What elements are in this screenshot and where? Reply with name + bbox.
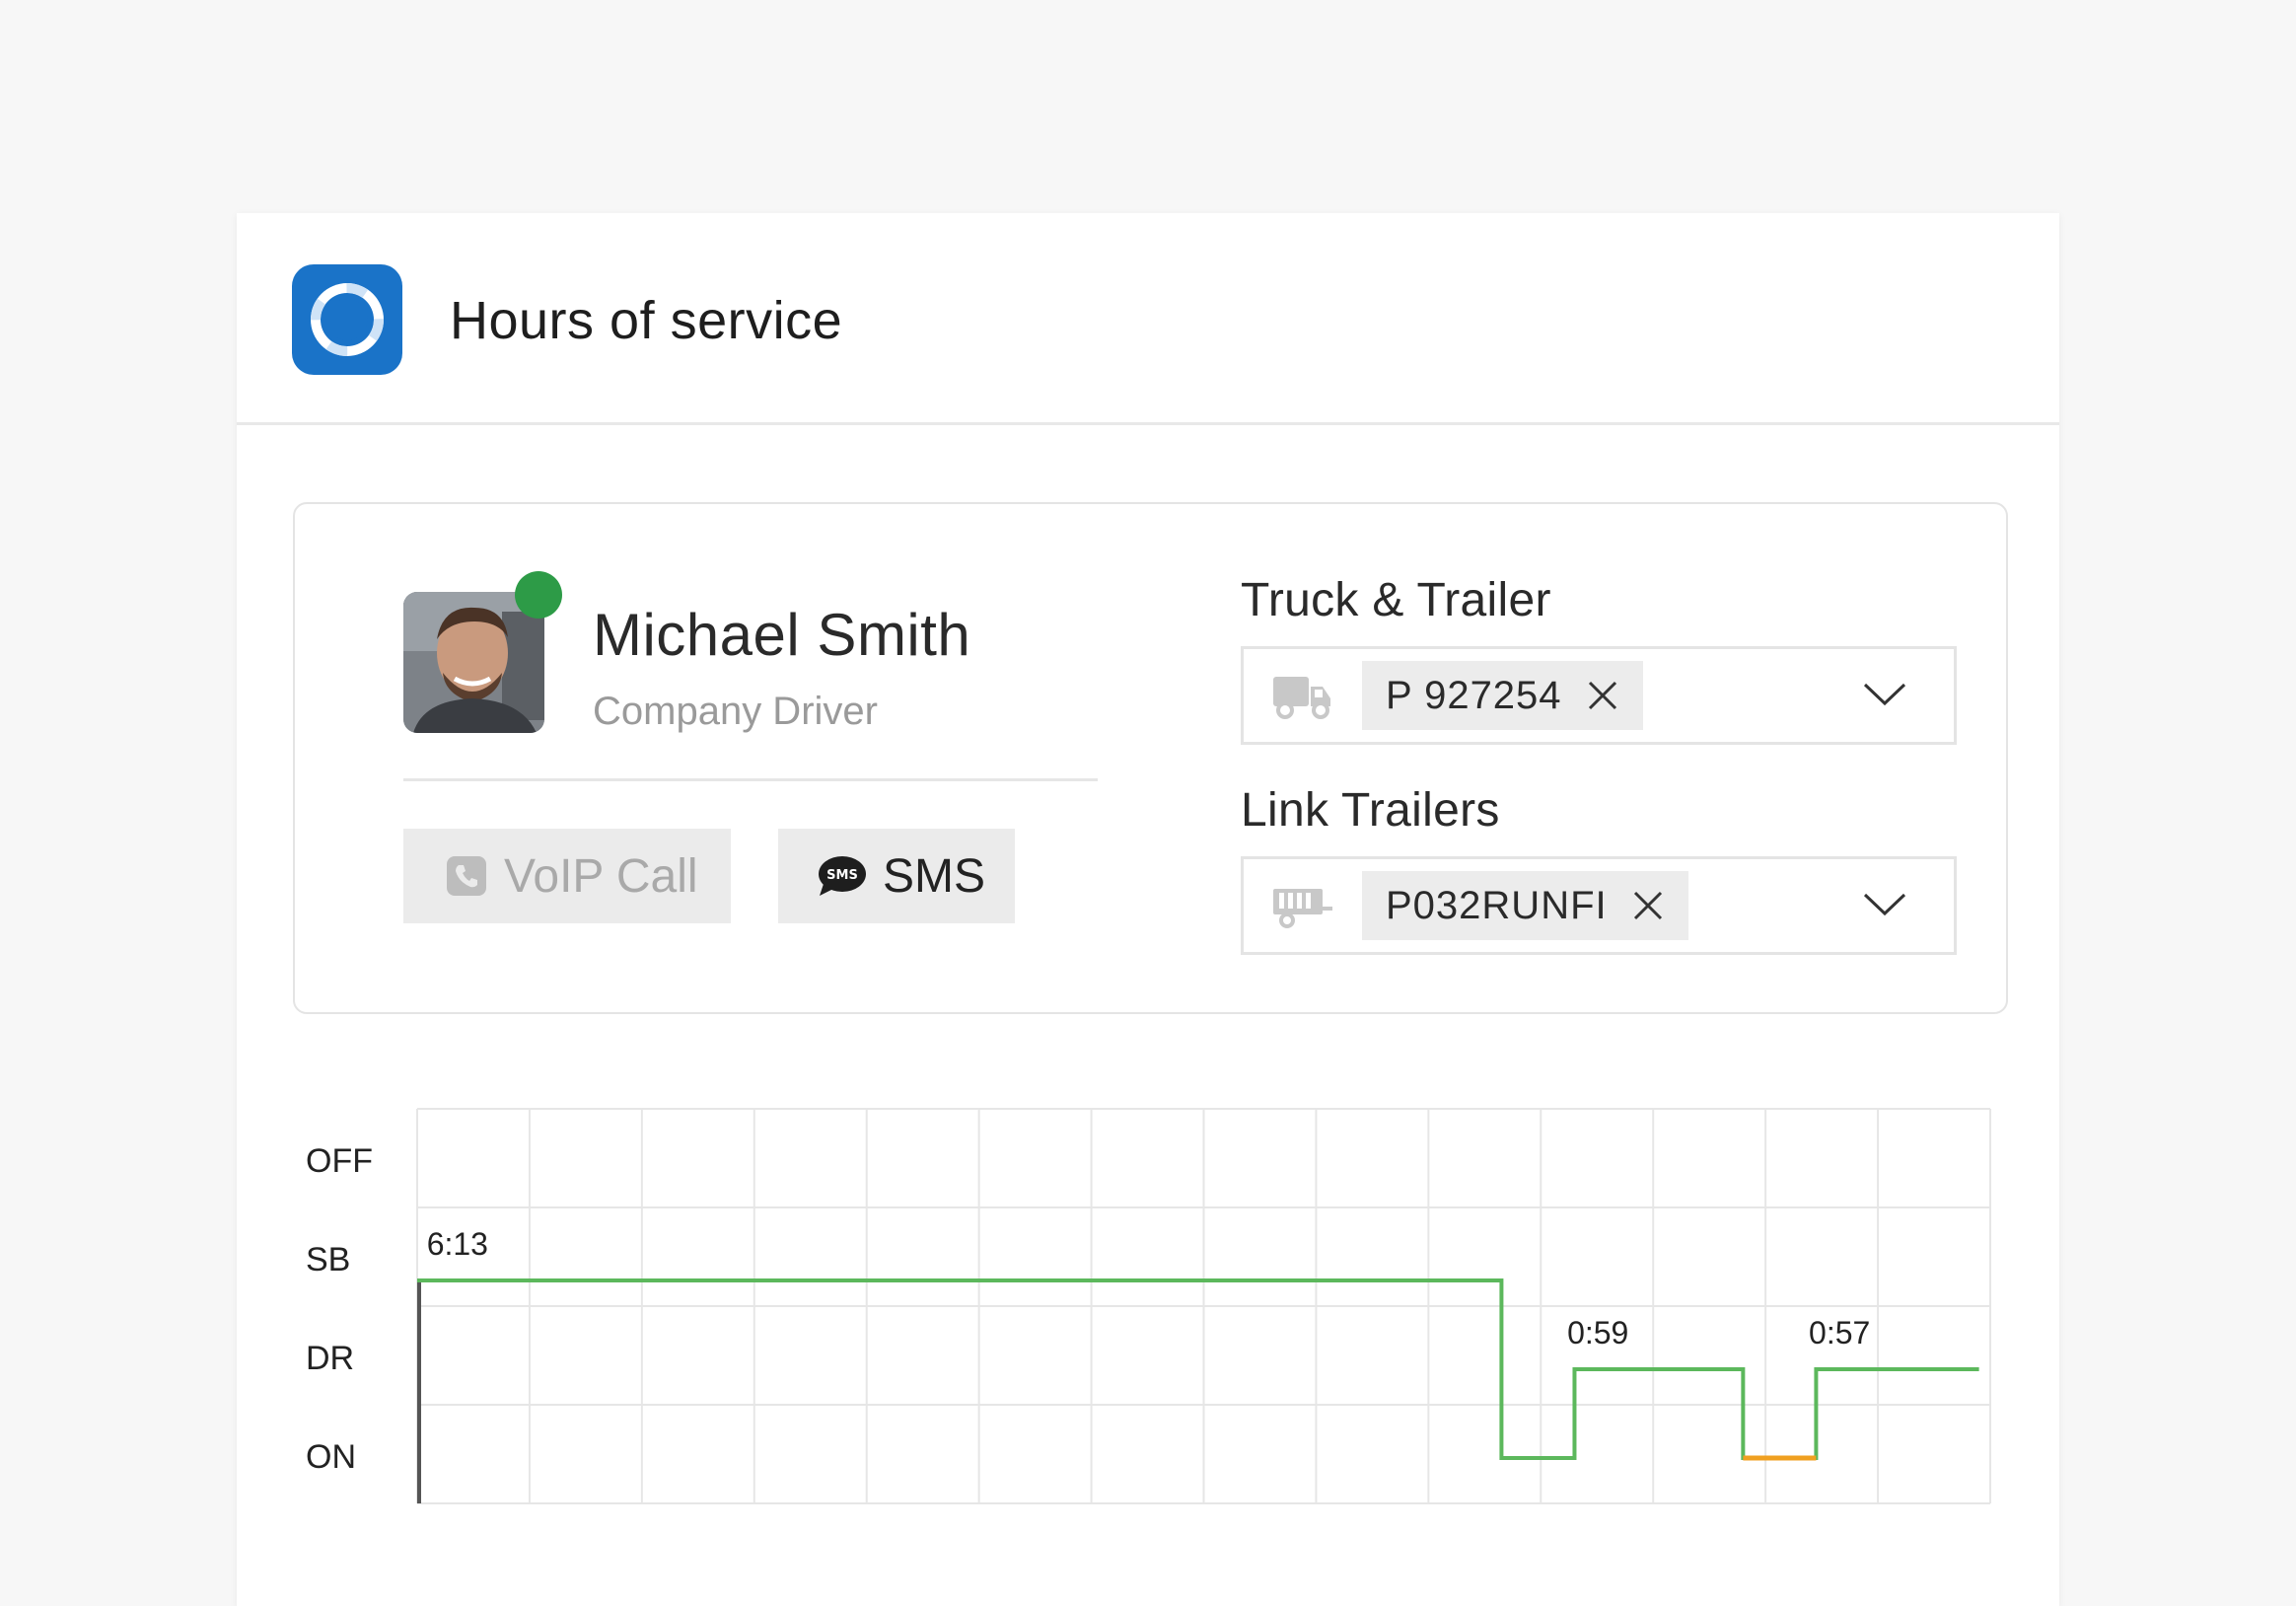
hos-panel: Hours of service Michael Smith Company D… [237, 213, 2059, 1606]
driver-name: Michael Smith [593, 602, 971, 668]
truck-chip-text: P 927254 [1386, 673, 1562, 717]
link-trailers-label: Link Trailers [1241, 784, 1500, 837]
close-icon[interactable] [1588, 681, 1617, 710]
page-title: Hours of service [450, 291, 843, 350]
duration-label: 0:57 [1809, 1315, 1870, 1350]
trailer-icon [1271, 883, 1332, 937]
truck-trailer-select[interactable]: P 927254 [1241, 646, 1957, 745]
panel-header: Hours of service [237, 213, 2059, 425]
truck-trailer-label: Truck & Trailer [1241, 574, 1551, 626]
online-status-dot [515, 571, 562, 619]
sms-bubble-icon: SMS [816, 854, 867, 898]
y-axis-label-dr: DR [306, 1340, 354, 1377]
voip-call-button[interactable]: VoIP Call [403, 829, 731, 923]
y-axis-label-on: ON [306, 1438, 356, 1476]
chevron-down-icon[interactable] [1863, 893, 1906, 916]
driver-role: Company Driver [593, 690, 878, 733]
voip-call-label: VoIP Call [504, 849, 698, 903]
trailer-chip: P032RUNFI [1362, 871, 1688, 940]
y-axis-label-sb: SB [306, 1241, 350, 1278]
svg-text:SMS: SMS [826, 868, 858, 883]
close-icon[interactable] [1633, 891, 1663, 920]
duration-label: 0:59 [1567, 1315, 1628, 1350]
duty-status-line [417, 1278, 1979, 1460]
trailer-chip-text: P032RUNFI [1386, 883, 1608, 927]
link-trailers-select[interactable]: P032RUNFI [1241, 856, 1957, 955]
lifebuoy-icon [292, 264, 402, 375]
sms-label: SMS [883, 849, 986, 903]
chevron-down-icon[interactable] [1863, 683, 1906, 706]
sms-button[interactable]: SMS SMS [778, 829, 1015, 923]
truck-icon [1271, 673, 1332, 727]
phone-icon [445, 854, 488, 898]
duration-label: 6:13 [427, 1226, 488, 1262]
y-axis-label-off: OFF [306, 1142, 373, 1180]
divider [403, 778, 1098, 781]
truck-chip: P 927254 [1362, 661, 1643, 730]
driver-card: Michael Smith Company Driver VoIP Call S… [293, 502, 2008, 1014]
